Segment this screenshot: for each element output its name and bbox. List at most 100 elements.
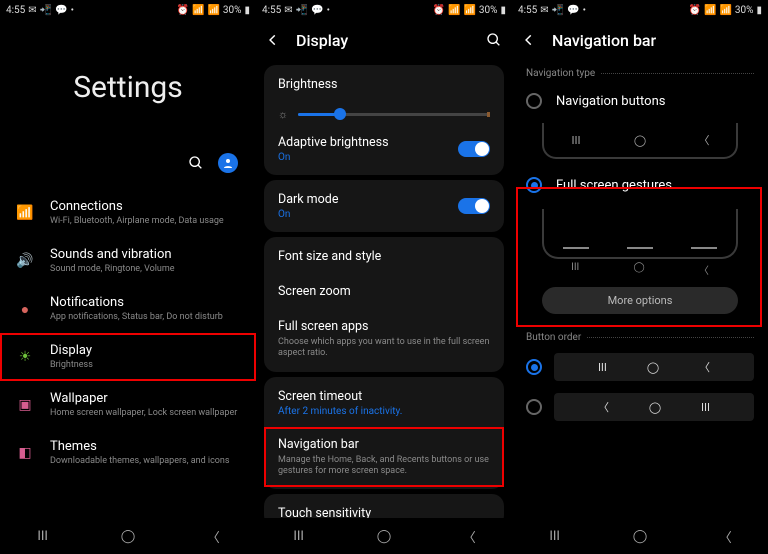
option-navigation-buttons[interactable]: Navigation buttons bbox=[512, 83, 768, 119]
settings-list: 📶 ConnectionsWi-Fi, Bluetooth, Airplane … bbox=[0, 189, 256, 477]
back-button[interactable]: 〈 bbox=[193, 527, 233, 546]
status-icon: • bbox=[583, 5, 586, 16]
touch-sensitivity-row[interactable]: Touch sensitivity bbox=[264, 496, 504, 518]
option-fullscreen-gestures[interactable]: Full screen gestures bbox=[512, 167, 768, 203]
home-button[interactable]: ◯ bbox=[108, 529, 148, 544]
app-bar: Navigation bar bbox=[512, 20, 768, 60]
battery-pct: 30% bbox=[735, 5, 754, 16]
radio-icon[interactable] bbox=[526, 359, 542, 375]
navigation-bar-row[interactable]: Navigation barManage the Home, Back, and… bbox=[264, 427, 504, 488]
recents-glyph: III bbox=[571, 262, 579, 277]
settings-item-sounds[interactable]: 🔊 Sounds and vibrationSound mode, Ringto… bbox=[0, 237, 256, 285]
navigation-bar-screen: 4:55 ✉ 📲 💬 • ⏰ 📶 📶 30% ▮ Navigation bar … bbox=[512, 0, 768, 554]
status-icon: ✉ bbox=[540, 5, 548, 16]
settings-item-sub: Wi-Fi, Bluetooth, Airplane mode, Data us… bbox=[50, 216, 242, 227]
status-icon: 💬 bbox=[55, 5, 67, 16]
font-size-row[interactable]: Font size and style bbox=[264, 239, 504, 274]
sound-icon: 🔊 bbox=[14, 253, 36, 269]
toggle-switch[interactable] bbox=[458, 141, 490, 157]
clock: 4:55 bbox=[262, 5, 281, 16]
settings-item-connections[interactable]: 📶 ConnectionsWi-Fi, Bluetooth, Airplane … bbox=[0, 189, 256, 237]
toggle-switch[interactable] bbox=[458, 198, 490, 214]
search-icon[interactable] bbox=[188, 155, 204, 171]
wifi-icon: 📶 bbox=[704, 5, 716, 16]
brightness-slider[interactable]: ☼ bbox=[264, 102, 504, 125]
signal-icon: 📶 bbox=[207, 5, 219, 16]
settings-item-wallpaper[interactable]: ▣ WallpaperHome screen wallpaper, Lock s… bbox=[0, 381, 256, 429]
app-bar: Display bbox=[256, 20, 512, 60]
settings-item-label: Sounds and vibration bbox=[50, 247, 242, 262]
settings-item-sub: Home screen wallpaper, Lock screen wallp… bbox=[50, 408, 242, 419]
status-bar: 4:55 ✉ 📲 💬 • ⏰ 📶 📶 30% ▮ bbox=[0, 0, 256, 20]
battery-icon: ▮ bbox=[244, 5, 250, 16]
adaptive-brightness-row[interactable]: Adaptive brightnessOn bbox=[264, 125, 504, 173]
status-icon: 💬 bbox=[311, 5, 323, 16]
home-button[interactable]: ◯ bbox=[364, 529, 404, 544]
order-preview: III ◯ 〈 bbox=[554, 353, 754, 381]
brightness-label: Brightness bbox=[278, 77, 490, 92]
back-button[interactable]: 〈 bbox=[705, 527, 745, 546]
back-icon[interactable] bbox=[266, 33, 284, 47]
wifi-icon: 📶 bbox=[448, 5, 460, 16]
radio-icon[interactable] bbox=[526, 177, 542, 193]
more-options-button[interactable]: More options bbox=[542, 287, 738, 314]
section-label: Button order bbox=[526, 332, 581, 343]
brightness-icon: ☀ bbox=[14, 349, 36, 365]
back-glyph: 〈 bbox=[699, 132, 709, 148]
radio-icon[interactable] bbox=[526, 93, 542, 109]
section-navigation-type: Navigation type bbox=[512, 60, 768, 83]
status-bar: 4:55 ✉ 📲 💬 • ⏰ 📶 📶 30% ▮ bbox=[256, 0, 512, 20]
button-order-option-1[interactable]: III ◯ 〈 bbox=[512, 347, 768, 387]
screen-timeout-row[interactable]: Screen timeout After 2 minutes of inactiv… bbox=[264, 379, 504, 427]
status-icon: 📲 bbox=[40, 5, 52, 16]
back-button[interactable]: 〈 bbox=[449, 527, 489, 546]
status-icon: • bbox=[327, 5, 330, 16]
back-glyph: 〈 bbox=[699, 262, 709, 277]
row-sub: After 2 minutes of inactivity. bbox=[278, 406, 490, 417]
row-sub: Choose which apps you want to use in the… bbox=[278, 337, 490, 360]
timeout-card: Screen timeout After 2 minutes of inactiv… bbox=[264, 377, 504, 490]
row-label: Adaptive brightness bbox=[278, 135, 389, 150]
home-button[interactable]: ◯ bbox=[620, 529, 660, 544]
battery-pct: 30% bbox=[223, 5, 242, 16]
recents-button[interactable]: III bbox=[535, 529, 575, 544]
battery-pct: 30% bbox=[479, 5, 498, 16]
back-icon[interactable] bbox=[522, 33, 540, 47]
row-sub: On bbox=[278, 209, 338, 220]
profile-avatar[interactable] bbox=[218, 153, 238, 173]
settings-item-display[interactable]: ☀ DisplayBrightness bbox=[0, 333, 256, 381]
appbar-title: Display bbox=[296, 31, 472, 50]
row-label: Touch sensitivity bbox=[278, 506, 490, 518]
status-bar: 4:55 ✉ 📲 💬 • ⏰ 📶 📶 30% ▮ bbox=[512, 0, 768, 20]
row-label: Screen zoom bbox=[278, 284, 490, 299]
settings-item-notifications[interactable]: ● NotificationsApp notifications, Status… bbox=[0, 285, 256, 333]
wifi-icon: 📶 bbox=[192, 5, 204, 16]
settings-item-label: Connections bbox=[50, 199, 242, 214]
search-icon[interactable] bbox=[484, 32, 502, 48]
screen-zoom-row[interactable]: Screen zoom bbox=[264, 274, 504, 309]
settings-item-themes[interactable]: ◧ ThemesDownloadable themes, wallpapers,… bbox=[0, 429, 256, 477]
dark-mode-row[interactable]: Dark modeOn bbox=[264, 182, 504, 230]
recents-button[interactable]: III bbox=[23, 529, 63, 544]
alarm-icon: ⏰ bbox=[689, 5, 701, 16]
home-glyph: ◯ bbox=[649, 401, 661, 414]
settings-item-sub: Brightness bbox=[50, 360, 242, 371]
clock: 4:55 bbox=[518, 5, 537, 16]
fullscreen-apps-row[interactable]: Full screen appsChoose which apps you wa… bbox=[264, 309, 504, 370]
settings-item-sub: Downloadable themes, wallpapers, and ico… bbox=[50, 456, 242, 467]
battery-icon: ▮ bbox=[756, 5, 762, 16]
settings-item-label: Wallpaper bbox=[50, 391, 242, 406]
darkmode-card: Dark modeOn bbox=[264, 180, 504, 232]
status-icon: • bbox=[71, 5, 74, 16]
signal-icon: 📶 bbox=[463, 5, 475, 16]
button-order-option-2[interactable]: 〈 ◯ III bbox=[512, 387, 768, 427]
row-label: Navigation bar bbox=[278, 437, 490, 452]
status-icon: 📲 bbox=[552, 5, 564, 16]
recents-button[interactable]: III bbox=[279, 529, 319, 544]
radio-icon[interactable] bbox=[526, 399, 542, 415]
status-icon: 📲 bbox=[296, 5, 308, 16]
settings-item-sub: App notifications, Status bar, Do not di… bbox=[50, 312, 242, 323]
option-label: Full screen gestures bbox=[556, 178, 672, 193]
home-glyph: ◯ bbox=[633, 262, 644, 277]
row-label: Screen timeout bbox=[278, 389, 490, 404]
